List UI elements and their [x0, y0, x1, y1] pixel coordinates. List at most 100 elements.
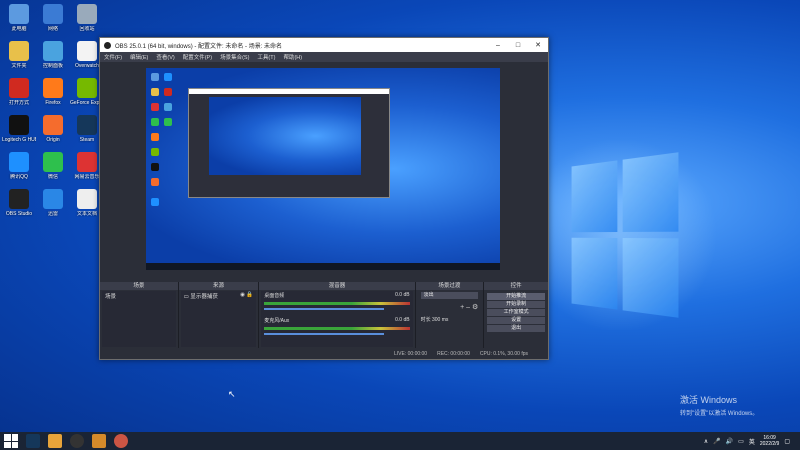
app-icon: [9, 152, 29, 172]
desktop-icon[interactable]: 文件夹: [2, 41, 36, 69]
app-icon: [9, 78, 29, 98]
app-icon: [9, 189, 29, 209]
desktop-icon-label: 网络: [47, 26, 58, 32]
menu-bar: 文件(F) 编辑(E) 查看(V) 配置文件(P) 场景集合(S) 工具(T) 帮助(H): [100, 52, 548, 62]
mixer-header: 混音器: [259, 282, 415, 290]
mouse-cursor-icon: ↖: [228, 389, 236, 399]
desktop-icon[interactable]: 微信: [36, 152, 70, 180]
menu-item[interactable]: 帮助(H): [279, 53, 306, 61]
desktop-icon-label: 回收站: [79, 26, 95, 32]
desktop-icon-label: 腾讯QQ: [10, 174, 28, 180]
ime-icon[interactable]: 英: [749, 437, 755, 446]
steam-taskbar-icon[interactable]: [26, 434, 40, 448]
obs-window[interactable]: OBS 25.0.1 (64 bit, windows) - 配置文件: 未命名…: [99, 37, 549, 360]
control-button[interactable]: 开始推流: [487, 293, 545, 300]
desktop-icon[interactable]: 控制面板: [36, 41, 70, 69]
desktop-icon-label: Firefox: [45, 100, 61, 106]
control-button[interactable]: 退出: [487, 325, 545, 332]
app-icon: [9, 115, 29, 135]
app-icon: [43, 189, 63, 209]
desktop-icon[interactable]: 腾讯QQ: [2, 152, 36, 180]
desktop-icon[interactable]: 打开方式: [2, 78, 36, 106]
audio-meter: [264, 302, 410, 305]
windows-logo-wallpaper: [571, 152, 679, 318]
desktop-icon[interactable]: OBS Studio: [2, 189, 36, 217]
obs-taskbar-icon[interactable]: [70, 434, 84, 448]
mini-icon: [151, 73, 159, 81]
volume-slider[interactable]: [264, 333, 385, 335]
transitions-header: 场景过渡: [415, 282, 484, 290]
app-taskbar-icon[interactable]: [92, 434, 106, 448]
desktop-icon[interactable]: Logitech G HUB: [2, 115, 36, 143]
close-icon[interactable]: ✕: [528, 41, 548, 49]
nested-obs-preview: [188, 88, 390, 355]
start-icon[interactable]: [4, 434, 18, 448]
menu-item[interactable]: 工具(T): [253, 53, 279, 61]
obs-titlebar[interactable]: OBS 25.0.1 (64 bit, windows) - 配置文件: 未命名…: [100, 38, 548, 52]
app-icon: [43, 115, 63, 135]
menu-item[interactable]: 配置文件(P): [179, 53, 216, 61]
app2-taskbar-icon[interactable]: [114, 434, 128, 448]
transition-add-remove[interactable]: + – ⚙: [421, 303, 478, 311]
desktop-icon[interactable]: Origin: [36, 115, 70, 143]
desktop-icon-label: Origin: [46, 137, 60, 143]
control-button[interactable]: 开始录制: [487, 301, 545, 308]
sources-header: 来源: [178, 282, 259, 290]
app-icon: [77, 78, 97, 98]
desktop-icon-label: 控制面板: [42, 63, 63, 69]
mini-icon: [151, 103, 159, 111]
audio-meter: [264, 327, 410, 330]
menu-item[interactable]: 编辑(E): [126, 53, 152, 61]
app-icon: [9, 41, 29, 61]
taskbar: ∧ 🎤 🔊 ▭ 英 16:09 2022/2/9 ▢: [0, 432, 800, 450]
desktop-icon[interactable]: 此电脑: [2, 4, 36, 32]
menu-item[interactable]: 查看(V): [152, 53, 178, 61]
duration-input[interactable]: 300 ms: [432, 317, 448, 323]
desktop-icon-label: 打开方式: [8, 100, 29, 106]
app-icon: [43, 78, 63, 98]
window-title: OBS 25.0.1 (64 bit, windows) - 配置文件: 未命名…: [115, 43, 283, 50]
volume-slider[interactable]: [264, 308, 385, 310]
duration-row: 时长 300 ms: [420, 317, 449, 323]
menu-item[interactable]: 场景集合(S): [216, 53, 253, 61]
scene-item[interactable]: 场景: [102, 291, 176, 301]
mini-icon: [151, 148, 159, 156]
menu-item[interactable]: 文件(F): [100, 53, 126, 61]
obs-logo-icon: [104, 41, 111, 49]
maximize-icon[interactable]: □: [508, 42, 528, 49]
tray-chevron-icon[interactable]: ∧: [704, 438, 708, 445]
app-icon: [77, 41, 97, 61]
mini-icon: [164, 103, 172, 111]
status-bar: LIVE: 00:00:00 REC: 00:00:00 CPU: 0.1%, …: [100, 348, 548, 359]
mini-icon: [151, 198, 159, 206]
source-item[interactable]: ▭ 显示器捕获 ◉ 🔒: [181, 291, 257, 301]
desktop-icon-label: 微信: [47, 174, 58, 180]
mini-icon: [151, 88, 159, 96]
volume-icon[interactable]: 🔊: [726, 438, 733, 445]
desktop-icon[interactable]: 迅雷: [36, 189, 70, 217]
network-icon[interactable]: ▭: [738, 438, 744, 445]
clock[interactable]: 16:09 2022/2/9: [760, 435, 779, 447]
app-icon: [43, 152, 63, 172]
controls-header: 控件: [484, 282, 548, 290]
mixer-row-desktop: 桌面音频 0.0 dB: [264, 292, 410, 299]
dock-area: 场景 场景 + – ∧ ∨ 来源 ▭ 显示器捕获 ◉ 🔒 + – ⚙ ∧ ∨ 混…: [100, 282, 548, 359]
app-icon: [77, 4, 97, 24]
desktop-icon[interactable]: 回收站: [70, 4, 104, 32]
transition-select[interactable]: 淡出: [420, 292, 479, 299]
desktop-icon[interactable]: Firefox: [36, 78, 70, 106]
desktop-icon[interactable]: 网络: [36, 4, 70, 32]
explorer-taskbar-icon[interactable]: [48, 434, 62, 448]
mini-icon: [164, 118, 172, 126]
mini-icon: [164, 73, 172, 81]
visibility-eye-icon[interactable]: ◉ 🔒: [240, 292, 253, 298]
mini-icon: [151, 163, 159, 171]
control-button[interactable]: 工作室模式: [487, 309, 545, 316]
control-button[interactable]: 设置: [487, 317, 545, 324]
system-tray: ∧ 🎤 🔊 ▭ 英 16:09 2022/2/9 ▢: [704, 435, 800, 447]
app-icon: [77, 152, 97, 172]
minimize-icon[interactable]: –: [488, 42, 508, 49]
notification-icon[interactable]: ▢: [784, 438, 790, 445]
preview-canvas[interactable]: [146, 68, 500, 355]
microphone-icon[interactable]: 🎤: [713, 438, 720, 445]
